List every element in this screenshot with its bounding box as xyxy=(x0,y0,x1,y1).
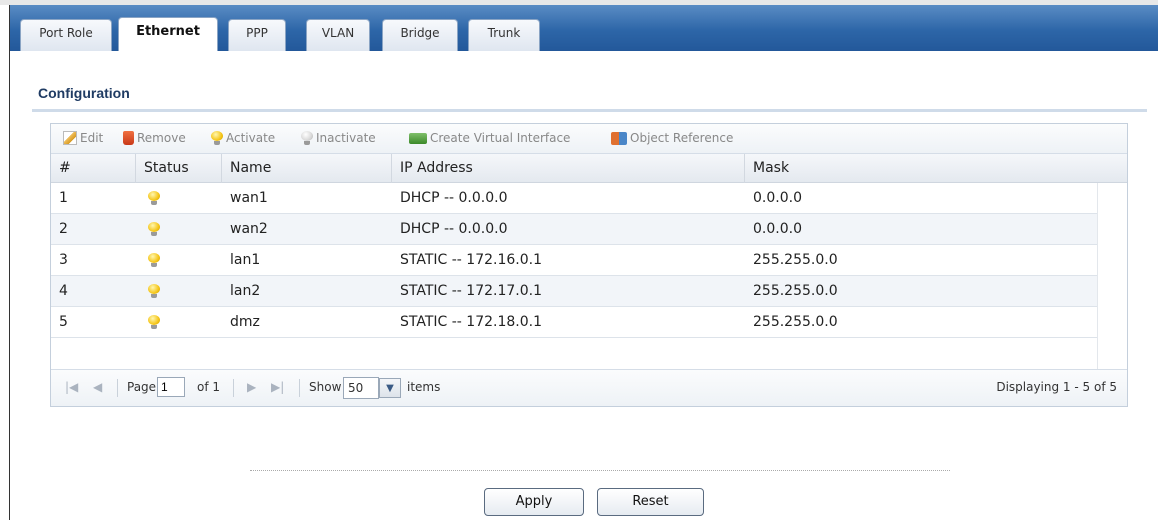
row-name: lan2 xyxy=(230,283,261,299)
row-num: 1 xyxy=(59,190,68,206)
row-name: dmz xyxy=(230,314,260,330)
edit-button[interactable]: Edit xyxy=(63,131,103,145)
page-count-label: of 1 xyxy=(197,380,221,394)
row-num: 5 xyxy=(59,314,68,330)
row-status xyxy=(136,307,222,338)
create-virtual-label: Create Virtual Interface xyxy=(430,131,571,145)
inactivate-label: Inactivate xyxy=(316,131,376,145)
tab-bridge[interactable]: Bridge xyxy=(382,19,458,51)
row-status xyxy=(136,214,222,245)
first-page-icon[interactable]: |◀ xyxy=(65,380,78,394)
next-page-icon[interactable]: ▶ xyxy=(247,380,256,394)
header-ip-address[interactable]: IP Address xyxy=(392,154,745,183)
show-label: Show xyxy=(309,380,342,394)
page-number-input[interactable] xyxy=(157,377,185,397)
pager-separator xyxy=(117,379,118,397)
interface-grid: Edit Remove Activate Inactivate Create V… xyxy=(50,123,1128,407)
active-bulb-icon xyxy=(148,315,160,329)
header-status[interactable]: Status xyxy=(136,154,222,183)
row-ip-address: DHCP -- 0.0.0.0 xyxy=(400,190,508,206)
table-scroll-area[interactable] xyxy=(1097,183,1127,369)
lightbulb-off-icon xyxy=(301,131,313,145)
row-mask: 255.255.0.0 xyxy=(753,252,838,268)
pager-separator xyxy=(233,379,234,397)
header-num[interactable]: # xyxy=(51,154,136,183)
active-bulb-icon xyxy=(148,253,160,267)
activate-button[interactable]: Activate xyxy=(211,131,275,145)
row-ip-address: STATIC -- 172.16.0.1 xyxy=(400,252,543,268)
edit-label: Edit xyxy=(80,131,104,145)
row-ip-address: DHCP -- 0.0.0.0 xyxy=(400,221,508,237)
activate-label: Activate xyxy=(226,131,276,145)
row-mask: 255.255.0.0 xyxy=(753,314,838,330)
tab-bar: Port Role Ethernet PPP VLAN Bridge Trunk xyxy=(10,5,1158,51)
table-row[interactable]: 1 wan1 DHCP -- 0.0.0.0 0.0.0.0 xyxy=(51,183,1097,214)
pagination-bar: |◀ ◀ Page of 1 ▶ ▶| Show 50 ▼ items Disp… xyxy=(51,369,1127,406)
table-row[interactable]: 5 dmz STATIC -- 172.18.0.1 255.255.0.0 xyxy=(51,307,1097,338)
row-mask: 0.0.0.0 xyxy=(753,190,802,206)
section-divider xyxy=(32,109,1147,112)
tab-ppp[interactable]: PPP xyxy=(228,19,286,51)
active-bulb-icon xyxy=(148,284,160,298)
row-name: wan1 xyxy=(230,190,268,206)
row-num: 4 xyxy=(59,283,68,299)
table-row[interactable]: 3 lan1 STATIC -- 172.16.0.1 255.255.0.0 xyxy=(51,245,1097,276)
object-reference-icon xyxy=(611,131,627,145)
table-row[interactable]: 2 wan2 DHCP -- 0.0.0.0 0.0.0.0 xyxy=(51,214,1097,245)
row-name: lan1 xyxy=(230,252,261,268)
header-mask[interactable]: Mask xyxy=(745,154,1127,183)
row-name: wan2 xyxy=(230,221,268,237)
pager-separator xyxy=(299,379,300,397)
row-ip-address: STATIC -- 172.17.0.1 xyxy=(400,283,543,299)
reset-button[interactable]: Reset xyxy=(597,488,704,516)
row-status xyxy=(136,276,222,307)
last-page-icon[interactable]: ▶| xyxy=(271,380,284,394)
row-num: 2 xyxy=(59,221,68,237)
table-header: # Status Name IP Address Mask xyxy=(51,154,1127,183)
page-label: Page xyxy=(127,380,157,394)
trash-icon xyxy=(123,131,134,145)
tab-port-role[interactable]: Port Role xyxy=(20,19,112,51)
table-row[interactable]: 4 lan2 STATIC -- 172.17.0.1 255.255.0.0 xyxy=(51,276,1097,307)
tab-vlan[interactable]: VLAN xyxy=(306,19,370,51)
apply-button[interactable]: Apply xyxy=(484,488,584,516)
items-label: items xyxy=(407,380,441,394)
remove-label: Remove xyxy=(137,131,186,145)
items-per-page-select[interactable]: 50 xyxy=(343,377,379,399)
edit-icon xyxy=(63,131,77,145)
row-status xyxy=(136,183,222,214)
inactivate-button[interactable]: Inactivate xyxy=(301,131,376,145)
tab-ethernet[interactable]: Ethernet xyxy=(118,17,218,51)
chevron-down-icon[interactable]: ▼ xyxy=(379,378,401,398)
displaying-count: Displaying 1 - 5 of 5 xyxy=(996,380,1117,394)
grid-toolbar: Edit Remove Activate Inactivate Create V… xyxy=(51,124,1127,154)
active-bulb-icon xyxy=(148,191,160,205)
remove-button[interactable]: Remove xyxy=(123,131,186,145)
footer-divider xyxy=(250,470,950,471)
tab-trunk[interactable]: Trunk xyxy=(468,19,540,51)
virtual-interface-icon xyxy=(409,132,427,144)
create-virtual-interface-button[interactable]: Create Virtual Interface xyxy=(409,131,570,145)
row-mask: 255.255.0.0 xyxy=(753,283,838,299)
active-bulb-icon xyxy=(148,222,160,236)
row-mask: 0.0.0.0 xyxy=(753,221,802,237)
header-name[interactable]: Name xyxy=(222,154,392,183)
row-ip-address: STATIC -- 172.18.0.1 xyxy=(400,314,543,330)
row-num: 3 xyxy=(59,252,68,268)
object-reference-button[interactable]: Object Reference xyxy=(611,131,733,145)
previous-page-icon[interactable]: ◀ xyxy=(93,380,102,394)
interface-panel: Port Role Ethernet PPP VLAN Bridge Trunk… xyxy=(9,5,1158,520)
lightbulb-on-icon xyxy=(211,131,223,145)
section-title: Configuration xyxy=(38,85,130,101)
object-reference-label: Object Reference xyxy=(630,131,734,145)
row-status xyxy=(136,245,222,276)
